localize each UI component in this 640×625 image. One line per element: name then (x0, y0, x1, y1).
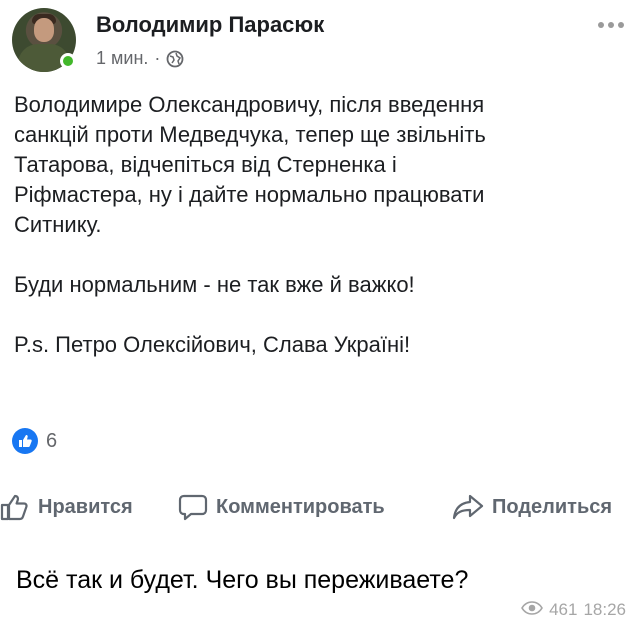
share-button[interactable]: Поделиться (452, 493, 612, 521)
post-action-bar: Нравится Комментировать Поделиться (0, 493, 640, 529)
avatar-face (34, 18, 54, 42)
comment-bubble-icon (178, 493, 208, 521)
comment-label: Комментировать (216, 495, 385, 518)
post-paragraph: P.s. Петро Олексійович, Слава Україні! (14, 332, 411, 357)
message-stats: 461 18:26 (521, 600, 626, 620)
reactions-summary[interactable]: 6 (12, 428, 57, 454)
post-paragraph: Володимире Олександровичу, після введенн… (14, 92, 486, 237)
message-time: 18:26 (583, 600, 626, 619)
comment-button[interactable]: Комментировать (178, 493, 385, 521)
author-name[interactable]: Володимир Парасюк (96, 12, 324, 38)
share-label: Поделиться (492, 495, 613, 518)
view-count: 461 (549, 600, 578, 619)
post-body: Володимире Олександровичу, після введенн… (14, 90, 626, 360)
like-label: Нравится (38, 495, 133, 518)
post-paragraph: Буди нормальним - не так вже й важко! (14, 272, 415, 297)
share-arrow-icon (452, 493, 484, 521)
reaction-count: 6 (46, 429, 58, 452)
more-dot (598, 22, 604, 28)
globe-icon (166, 50, 184, 68)
message-text: Всё так и будет. Чего вы переживаете? (16, 566, 469, 594)
thumbs-up-icon (0, 493, 30, 521)
post-meta: 1 мин. · (96, 48, 184, 69)
post-time[interactable]: 1 мин. (96, 48, 148, 69)
like-reaction-icon (12, 428, 38, 454)
more-dot (608, 22, 614, 28)
more-options-icon[interactable] (598, 22, 624, 28)
meta-separator: · (154, 48, 161, 68)
like-button[interactable]: Нравится (0, 493, 133, 521)
online-status-icon (60, 53, 76, 69)
facebook-post-screenshot: Володимир Парасюк 1 мин. · Володимире Ол… (0, 0, 640, 530)
eye-icon (521, 600, 544, 620)
more-dot (618, 22, 624, 28)
